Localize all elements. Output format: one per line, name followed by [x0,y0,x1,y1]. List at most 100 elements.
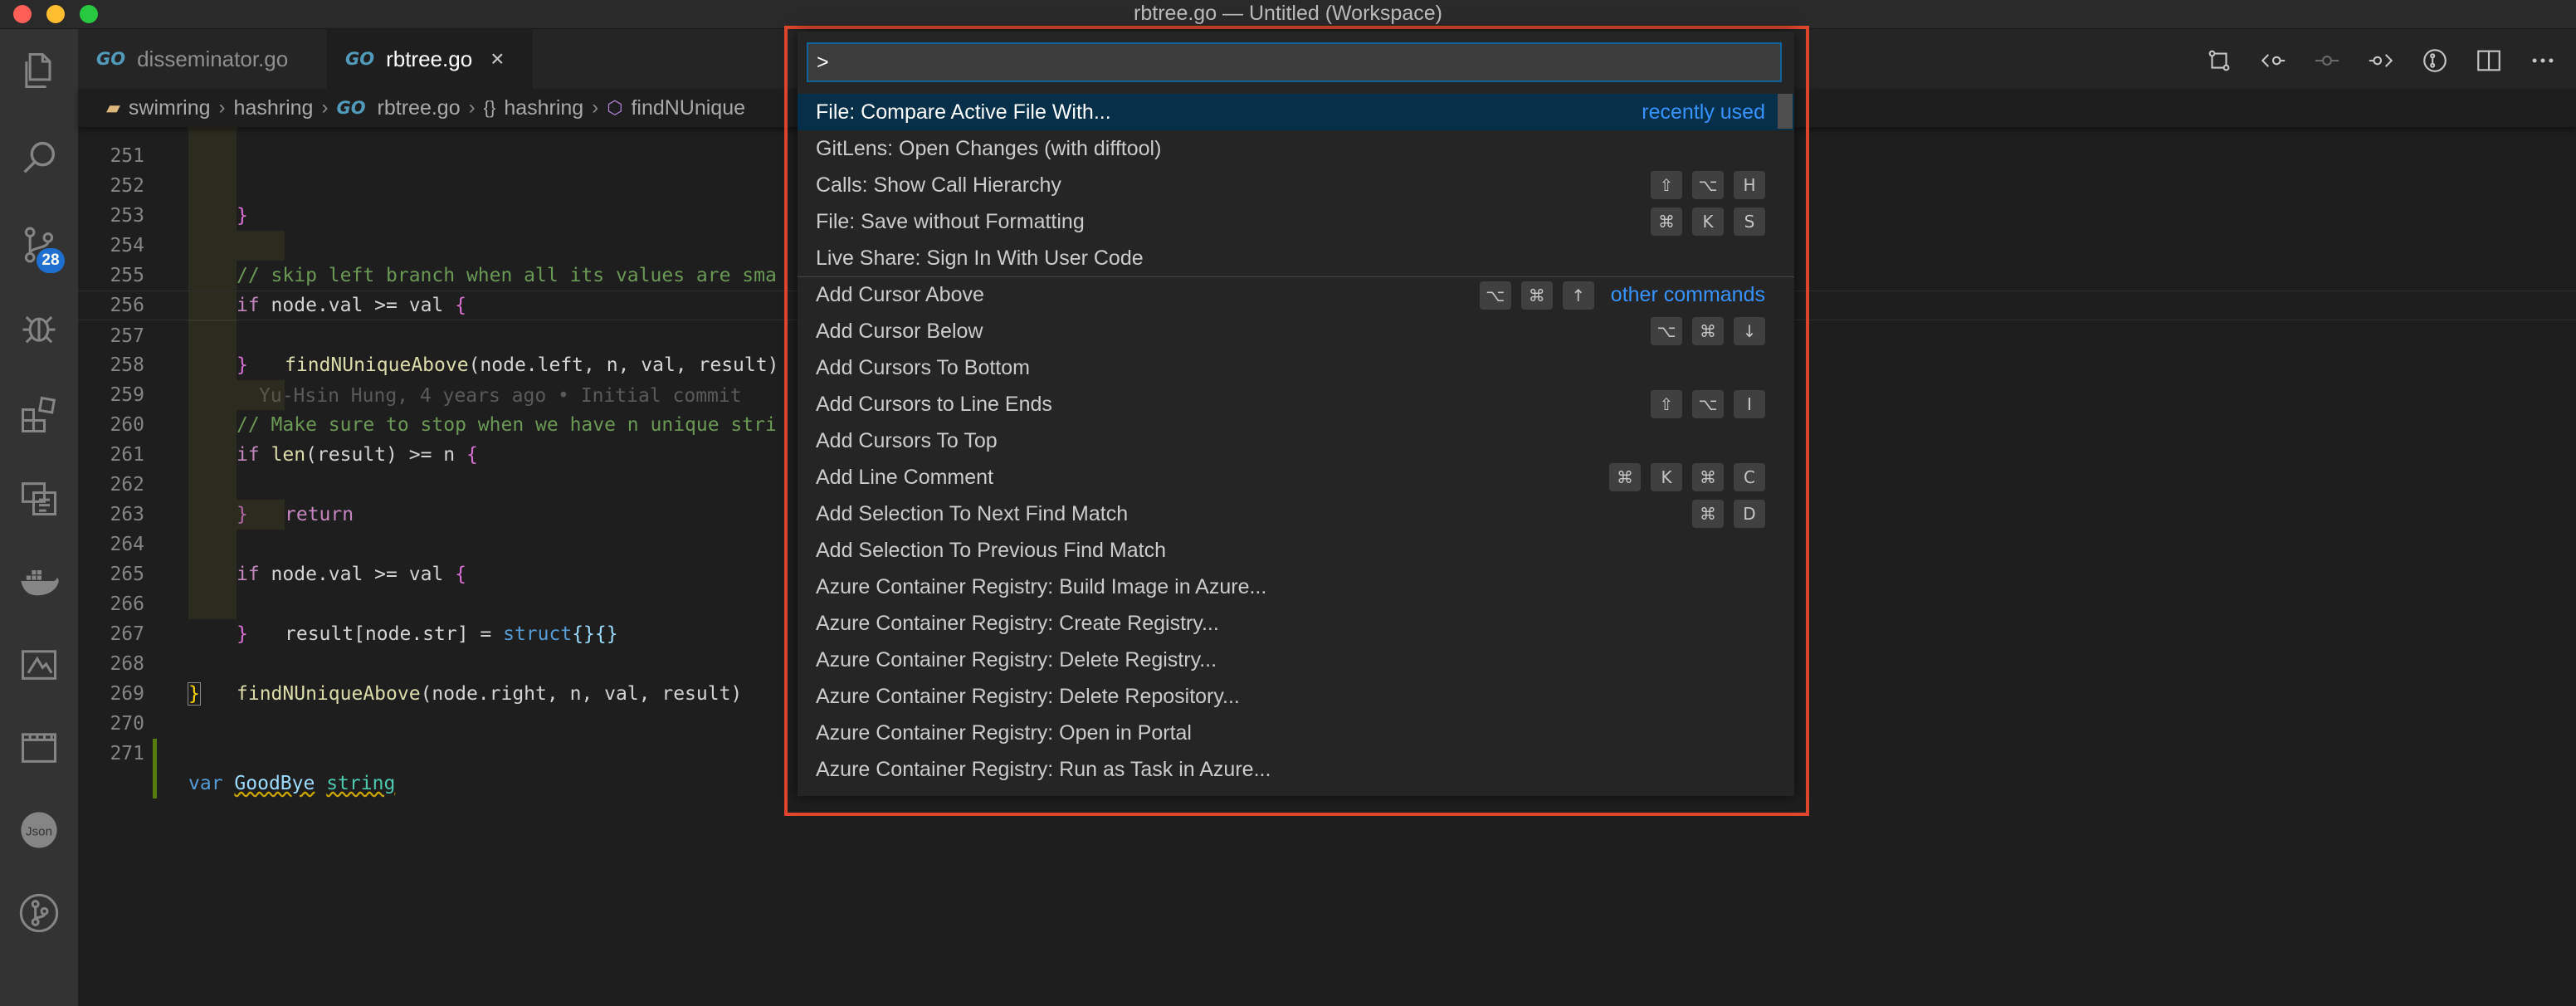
command-keybinding: ⌘ K ⌘ C [1599,463,1765,491]
command-label: File: Compare Active File With... [816,100,1111,124]
command-item[interactable]: Add Cursors To Bottom [798,349,1794,386]
extensions-icon[interactable] [0,382,78,448]
keybinding-key: ⌥ [1692,390,1724,418]
breadcrumb-package[interactable]: {} hashring [484,96,584,120]
command-item[interactable]: Add Cursors to Line Ends ⇧ ⌥ I [798,386,1794,422]
commit-icon[interactable] [2310,44,2344,77]
timeline-icon[interactable] [0,714,78,780]
chevron-right-icon: › [468,96,476,119]
keybinding-key: C [1734,463,1765,491]
command-keybinding: ⌘ D [1682,500,1765,528]
command-label: Add Cursors To Top [816,428,998,452]
command-label: Add Selection To Next Find Match [816,501,1129,525]
command-label: File: Save without Formatting [816,209,1085,233]
command-list: File: Compare Active File With... recentl… [798,94,1794,791]
command-item[interactable]: Azure Container Registry: Open in Portal [798,715,1794,751]
keybinding-key: K [1692,208,1724,236]
keybinding-key: ⌥ [1651,317,1682,345]
keybinding-key: ⌘ [1692,500,1724,528]
source-control-icon[interactable]: 28 [0,212,78,278]
command-item[interactable]: Calls: Show Call Hierarchy ⇧ ⌥ H [798,167,1794,203]
command-keybinding: ⌘ K S [1641,208,1765,236]
namespace-icon: {} [483,97,496,118]
tab-label: rbtree.go [386,46,473,71]
command-keybinding: ⌥ ⌘ ↓ [1641,317,1765,345]
command-item[interactable]: GitLens: Open Changes (with difftool) [798,130,1794,167]
chevron-right-icon: › [321,96,329,119]
keybinding-key: ⇧ [1651,390,1682,418]
command-item[interactable]: Add Selection To Previous Find Match [798,532,1794,569]
command-keybinding: ⇧ ⌥ H [1641,171,1765,199]
window-title: rbtree.go — Untitled (Workspace) [1134,2,1442,25]
breadcrumb-file[interactable]: GO rbtree.go [336,96,460,120]
command-keybinding: recently used [1625,100,1765,125]
tab-rbtree[interactable]: GO rbtree.go × [327,29,533,89]
gitlens-blame-icon[interactable] [2418,44,2452,77]
command-item[interactable]: Live Share: Sign In With User Code [798,240,1794,276]
breadcrumb-symbol[interactable]: ⬡ findNUnique [607,96,745,120]
editor-actions [2182,44,2559,77]
more-actions-icon[interactable] [2526,44,2559,77]
scrollbar-thumb[interactable] [1778,94,1793,129]
remote-explorer-icon[interactable] [0,465,78,531]
command-item[interactable]: Add Cursors To Top [798,422,1794,459]
chevron-right-icon: › [218,96,226,119]
keybinding-key: ⌥ [1692,171,1724,199]
azure-icon[interactable] [0,631,78,697]
json-icon[interactable]: Json [0,797,78,863]
keybinding-key: ⌘ [1692,317,1724,345]
search-icon[interactable] [0,125,78,191]
command-group-hint: other commands [1610,283,1765,306]
command-palette-input[interactable] [807,42,1782,82]
git-added-marker [153,739,157,769]
docker-icon[interactable] [0,548,78,614]
command-item[interactable]: Add Cursor Above ⌥ ⌘ ↑ other commands [798,276,1794,313]
command-item[interactable]: Azure Container Registry: Build Image in… [798,569,1794,605]
keybinding-key: ↓ [1734,317,1765,345]
folder-icon: ▰ [106,97,120,118]
scm-badge: 28 [37,248,65,273]
command-label: Add Cursors To Bottom [816,355,1030,379]
command-item[interactable]: Azure Container Registry: Delete Reposit… [798,678,1794,715]
keybinding-key: ⌘ [1651,208,1682,236]
tab-disseminator[interactable]: GO disseminator.go [78,29,327,89]
command-label: Add Cursor Below [816,319,983,343]
next-revision-icon[interactable] [2364,44,2398,77]
tab-label: disseminator.go [137,46,289,71]
previous-revision-icon[interactable] [2256,44,2290,77]
keybinding-key: ↑ [1562,281,1594,310]
command-item[interactable]: Azure Container Registry: Delete Registr… [798,642,1794,678]
command-item[interactable]: File: Compare Active File With... recentl… [798,94,1794,130]
command-item[interactable]: Add Selection To Next Find Match ⌘ D [798,496,1794,532]
split-editor-icon[interactable] [2472,44,2505,77]
command-label: Azure Container Registry: Delete Reposit… [816,684,1240,708]
command-label: Add Line Comment [816,465,994,489]
keybinding-key: ⇧ [1651,171,1682,199]
command-keybinding: ⇧ ⌥ I [1641,390,1765,418]
go-file-icon: GO [336,98,366,118]
open-changes-icon[interactable] [2203,44,2236,77]
debug-icon[interactable] [0,295,78,361]
command-label: Calls: Show Call Hierarchy [816,173,1061,197]
keybinding-key: S [1734,208,1765,236]
explorer-icon[interactable] [0,37,78,104]
method-icon: ⬡ [607,97,623,118]
breadcrumb-folder-swimring[interactable]: ▰ swimring [106,96,211,120]
gitlens-icon[interactable] [0,880,78,946]
close-tab-icon[interactable]: × [490,46,504,72]
keybinding-key: I [1734,390,1765,418]
keybinding-key: ⌘ [1520,281,1553,310]
git-added-marker [153,769,157,798]
command-item[interactable]: Add Line Comment ⌘ K ⌘ C [798,459,1794,496]
command-label: Azure Container Registry: Create Registr… [816,611,1219,635]
command-group-hint: recently used [1642,100,1765,124]
keybinding-key: K [1651,463,1682,491]
breadcrumb-folder-hashring[interactable]: hashring [234,96,314,120]
title-bar: rbtree.go — Untitled (Workspace) [0,0,2576,29]
command-item[interactable]: Azure Container Registry: Run as Task in… [798,751,1794,788]
command-item[interactable]: File: Save without Formatting ⌘ K S [798,203,1794,240]
command-item[interactable]: Add Cursor Below ⌥ ⌘ ↓ [798,313,1794,349]
command-label: Live Share: Sign In With User Code [816,246,1144,270]
command-item[interactable]: Azure Container Registry: Create Registr… [798,605,1794,642]
command-palette: File: Compare Active File With... recentl… [798,32,1794,796]
